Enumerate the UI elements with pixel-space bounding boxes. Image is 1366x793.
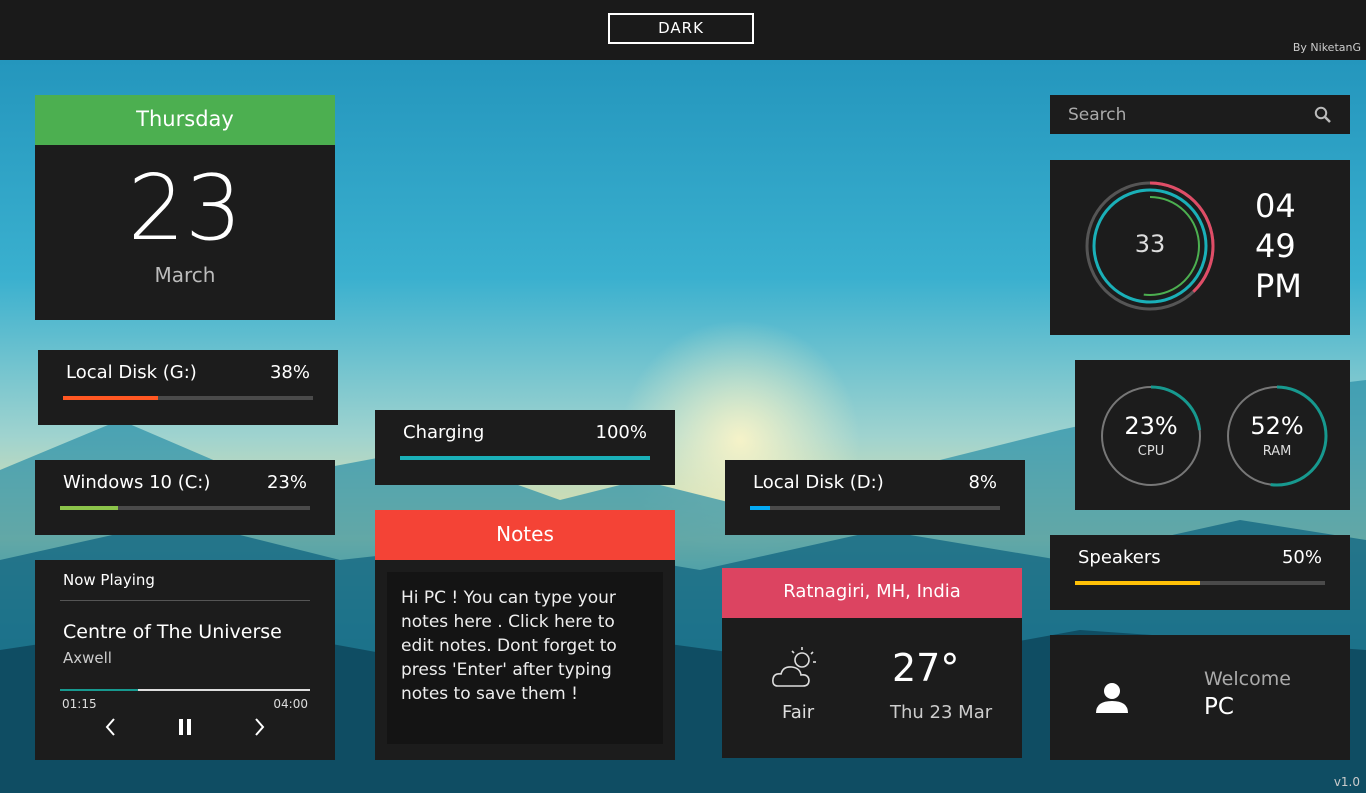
drive-g-usage-bar bbox=[63, 396, 313, 400]
battery-level-bar bbox=[400, 456, 650, 460]
day-number: 23 bbox=[127, 156, 243, 261]
pause-button[interactable] bbox=[170, 714, 200, 740]
notes-widget: Notes Hi PC ! You can type your notes he… bbox=[375, 510, 675, 760]
drive-c-label: Windows 10 (C:) bbox=[63, 472, 211, 493]
cpu-label: CPU bbox=[1137, 444, 1165, 459]
speakers-label: Speakers bbox=[1078, 547, 1161, 568]
divider bbox=[60, 600, 310, 601]
drive-d-usage-bar bbox=[750, 506, 1000, 510]
welcome-greeting: Welcome bbox=[1204, 668, 1291, 690]
pause-icon bbox=[179, 719, 191, 735]
user-widget: Welcome PC bbox=[1050, 635, 1350, 760]
drive-c-widget: Windows 10 (C:) 23% bbox=[35, 460, 335, 535]
song-title: Centre of The Universe bbox=[63, 621, 282, 643]
search-icon[interactable] bbox=[1314, 106, 1332, 124]
search-widget bbox=[1050, 95, 1350, 134]
artist-name: Axwell bbox=[63, 649, 112, 667]
drive-d-label: Local Disk (D:) bbox=[753, 472, 884, 493]
ram-label: RAM bbox=[1262, 444, 1292, 459]
search-input[interactable] bbox=[1050, 95, 1300, 134]
battery-widget: Charging 100% bbox=[375, 410, 675, 485]
month-label: March bbox=[154, 263, 216, 287]
speakers-widget: Speakers 50% bbox=[1050, 535, 1350, 610]
ram-value: 52% bbox=[1250, 412, 1304, 440]
volume-bar[interactable] bbox=[1075, 581, 1325, 585]
clock-period: PM bbox=[1255, 267, 1302, 305]
date-widget: Thursday 23 March bbox=[35, 95, 335, 320]
weekday-header: Thursday bbox=[35, 95, 335, 145]
drive-c-usage-bar bbox=[60, 506, 310, 510]
weather-condition: Fair bbox=[782, 702, 815, 723]
chevron-right-icon bbox=[255, 718, 265, 736]
total-time: 04:00 bbox=[273, 697, 308, 711]
clock-hour: 04 bbox=[1255, 187, 1296, 225]
previous-track-button[interactable] bbox=[95, 714, 125, 740]
now-playing-heading: Now Playing bbox=[63, 571, 155, 589]
now-playing-widget: Now Playing Centre of The Universe Axwel… bbox=[35, 560, 335, 760]
clock-minute: 49 bbox=[1255, 227, 1296, 265]
theme-toggle-button[interactable]: DARK bbox=[608, 13, 754, 44]
user-icon bbox=[1096, 683, 1128, 713]
version-label: v1.0 bbox=[1333, 775, 1360, 789]
author-credit: By NiketanG bbox=[1292, 41, 1361, 54]
battery-status-label: Charging bbox=[403, 422, 485, 443]
weather-widget: Ratnagiri, MH, India Fair 27° Thu 23 Mar bbox=[722, 568, 1022, 758]
system-usage-widget: 23% CPU 52% RAM bbox=[1075, 360, 1350, 510]
drive-g-label: Local Disk (G:) bbox=[66, 362, 197, 383]
playback-progress-bar[interactable] bbox=[60, 689, 310, 691]
next-track-button[interactable] bbox=[245, 714, 275, 740]
partly-cloudy-icon bbox=[772, 647, 816, 687]
weather-date: Thu 23 Mar bbox=[890, 702, 993, 723]
clock-widget: 33 04 49 PM bbox=[1050, 160, 1350, 335]
top-bar: DARK By NiketanG bbox=[0, 0, 1366, 60]
weather-location: Ratnagiri, MH, India bbox=[722, 568, 1022, 618]
speakers-value: 50% bbox=[1281, 547, 1322, 568]
drive-g-value: 38% bbox=[269, 362, 310, 383]
drive-d-widget: Local Disk (D:) 8% bbox=[725, 460, 1025, 535]
clock-seconds: 33 bbox=[1134, 230, 1166, 258]
elapsed-time: 01:15 bbox=[62, 697, 97, 711]
cpu-value: 23% bbox=[1124, 412, 1178, 440]
drive-c-value: 23% bbox=[266, 472, 307, 493]
user-name: PC bbox=[1204, 694, 1234, 720]
notes-text-area[interactable]: Hi PC ! You can type your notes here . C… bbox=[387, 572, 663, 744]
notes-heading: Notes bbox=[375, 510, 675, 560]
temperature: 27° bbox=[892, 646, 960, 690]
drive-g-widget: Local Disk (G:) 38% bbox=[38, 350, 338, 425]
drive-d-value: 8% bbox=[968, 472, 997, 493]
chevron-left-icon bbox=[105, 718, 115, 736]
battery-value: 100% bbox=[595, 422, 647, 443]
